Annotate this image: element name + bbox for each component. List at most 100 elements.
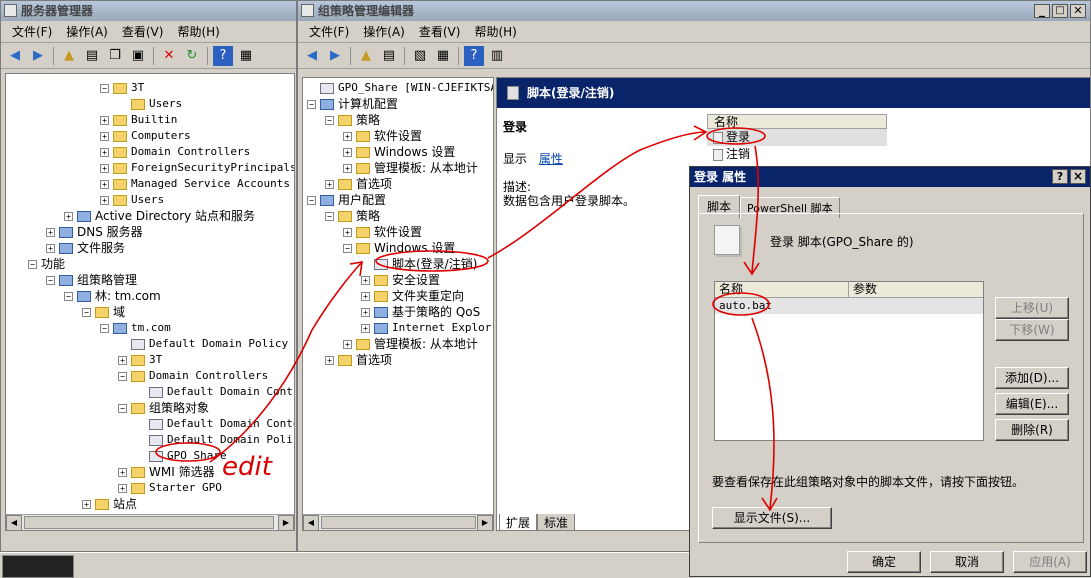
collapse-icon[interactable]: −: [100, 323, 109, 333]
delete-icon[interactable]: ✕: [159, 46, 179, 66]
collapse-icon[interactable]: −: [82, 308, 91, 317]
expand-icon[interactable]: +: [100, 115, 109, 125]
ok-button[interactable]: 确定: [847, 551, 921, 573]
server-manager-titlebar[interactable]: 服务器管理器: [1, 1, 296, 21]
expand-icon[interactable]: +: [64, 212, 73, 221]
tree-node[interactable]: + 管理模板: 从本地计: [343, 336, 478, 352]
tree-node[interactable]: − 组策略管理: [46, 272, 137, 288]
tree-node[interactable]: + 文件服务: [46, 240, 125, 256]
show-action-pane-icon[interactable]: ▥: [487, 46, 507, 66]
tree-node[interactable]: + 安全设置: [361, 272, 440, 288]
tree-node[interactable]: + 站点: [82, 496, 137, 512]
menu-help[interactable]: 帮助(H): [474, 23, 516, 40]
tree-node[interactable]: − Domain Controllers: [118, 368, 268, 384]
tree-node[interactable]: − 计算机配置: [307, 96, 398, 112]
expand-icon[interactable]: +: [361, 292, 370, 301]
menu-action[interactable]: 操作(A): [66, 23, 108, 40]
gpe-hscrollbar[interactable]: ◀ ▶: [303, 514, 493, 531]
tree-node[interactable]: Users: [118, 96, 182, 112]
tree-node[interactable]: − 功能: [28, 256, 65, 272]
expand-icon[interactable]: +: [343, 164, 352, 173]
edit-button[interactable]: 编辑(E)...: [995, 393, 1069, 415]
expand-icon[interactable]: +: [82, 500, 91, 509]
apply-button[interactable]: 应用(A): [1013, 551, 1087, 573]
menu-file[interactable]: 文件(F): [12, 23, 52, 40]
paste-icon[interactable]: ▣: [128, 46, 148, 66]
help-icon[interactable]: ?: [464, 45, 484, 66]
expand-icon[interactable]: +: [325, 180, 334, 189]
menu-help[interactable]: 帮助(H): [177, 23, 219, 40]
script-list[interactable]: 名称 参数 auto.bat: [714, 281, 984, 441]
scroll-right-icon[interactable]: ▶: [278, 515, 294, 531]
tree-node[interactable]: Default Domain Conto: [136, 416, 294, 432]
menu-view[interactable]: 查看(V): [419, 23, 461, 40]
menu-file[interactable]: 文件(F): [309, 23, 349, 40]
collapse-icon[interactable]: −: [307, 196, 316, 205]
expand-icon[interactable]: +: [100, 195, 109, 205]
tree-node[interactable]: + Computers: [100, 128, 191, 144]
scroll-left-icon[interactable]: ◀: [6, 515, 22, 531]
dialog-help-button[interactable]: ?: [1052, 169, 1068, 184]
collapse-icon[interactable]: −: [343, 244, 352, 253]
tree-node[interactable]: + Active Directory 站点和服务: [64, 208, 255, 224]
tree-node[interactable]: − 组策略对象: [118, 400, 209, 416]
gpe-tree[interactable]: GPO_Share [WIN-CJEFIKTSA2J.T−计算机配置−策略+软件…: [302, 77, 494, 531]
tree-node[interactable]: − 用户配置: [307, 192, 386, 208]
tree-node[interactable]: + 软件设置: [343, 224, 422, 240]
expand-icon[interactable]: +: [100, 147, 109, 157]
show-tree-icon[interactable]: ▤: [379, 46, 399, 66]
maximize-button[interactable]: □: [1052, 4, 1068, 18]
add-button[interactable]: 添加(D)...: [995, 367, 1069, 389]
expand-icon[interactable]: +: [46, 228, 55, 237]
dialog-titlebar[interactable]: 登录 属性 ? ×: [690, 167, 1090, 187]
tree-node[interactable]: + Internet Explor: [361, 320, 491, 336]
tree-node[interactable]: + 软件设置: [343, 128, 422, 144]
forward-arrow-icon[interactable]: ▶: [325, 46, 345, 66]
up-folder-icon[interactable]: ▲: [356, 46, 376, 66]
expand-icon[interactable]: +: [361, 323, 370, 333]
column-name[interactable]: 名称: [715, 282, 849, 297]
list-item-logon[interactable]: 登录: [707, 129, 887, 146]
tree-node[interactable]: − 策略: [325, 208, 380, 224]
server-manager-hscrollbar[interactable]: ◀ ▶: [6, 514, 294, 531]
collapse-icon[interactable]: −: [64, 292, 73, 301]
tree-node[interactable]: − Windows 设置: [343, 240, 455, 256]
forward-arrow-icon[interactable]: ▶: [28, 46, 48, 66]
expand-icon[interactable]: +: [100, 163, 109, 173]
move-up-button[interactable]: 上移(U): [995, 297, 1069, 319]
tree-node[interactable]: + Domain Controllers: [100, 144, 250, 160]
tree-node[interactable]: − 策略: [325, 112, 380, 128]
collapse-icon[interactable]: −: [118, 371, 127, 381]
expand-icon[interactable]: +: [118, 483, 127, 493]
expand-icon[interactable]: +: [361, 276, 370, 285]
column-params[interactable]: 参数: [849, 282, 983, 297]
tree-node[interactable]: − tm.com: [100, 320, 171, 336]
up-folder-icon[interactable]: ▲: [59, 46, 79, 66]
server-manager-tree[interactable]: − 3T Users + Builtin + Computers + Domain Contro…: [5, 73, 295, 531]
tree-node[interactable]: + 管理模板: 从本地计: [343, 160, 478, 176]
scroll-right-icon[interactable]: ▶: [477, 515, 493, 531]
tree-node[interactable]: − 域: [82, 304, 125, 320]
dialog-close-button[interactable]: ×: [1070, 169, 1086, 184]
tree-node[interactable]: + 文件夹重定向: [361, 288, 464, 304]
expand-icon[interactable]: +: [361, 308, 370, 317]
tree-node[interactable]: GPO_Share: [136, 448, 227, 464]
scroll-thumb[interactable]: [24, 516, 274, 529]
tree-node[interactable]: + Managed Service Accounts: [100, 176, 290, 192]
minimize-button[interactable]: _: [1034, 4, 1050, 18]
expand-icon[interactable]: +: [343, 340, 352, 349]
expand-icon[interactable]: +: [343, 148, 352, 157]
tree-node[interactable]: + Starter GPO: [118, 480, 222, 496]
tree-node[interactable]: + 首选项: [325, 352, 392, 368]
expand-icon[interactable]: +: [343, 132, 352, 141]
gpe-titlebar[interactable]: 组策略管理编辑器 _ □ ✕: [298, 1, 1090, 21]
collapse-icon[interactable]: −: [28, 260, 37, 269]
menu-action[interactable]: 操作(A): [363, 23, 405, 40]
delete-button[interactable]: 删除(R): [995, 419, 1069, 441]
cancel-button[interactable]: 取消: [930, 551, 1004, 573]
tab-extended[interactable]: 扩展: [499, 514, 538, 530]
tree-node[interactable]: Default Domain Contr: [136, 384, 294, 400]
expand-icon[interactable]: +: [118, 355, 127, 365]
list-item-logoff[interactable]: 注销: [707, 146, 1090, 163]
expand-icon[interactable]: +: [100, 131, 109, 141]
